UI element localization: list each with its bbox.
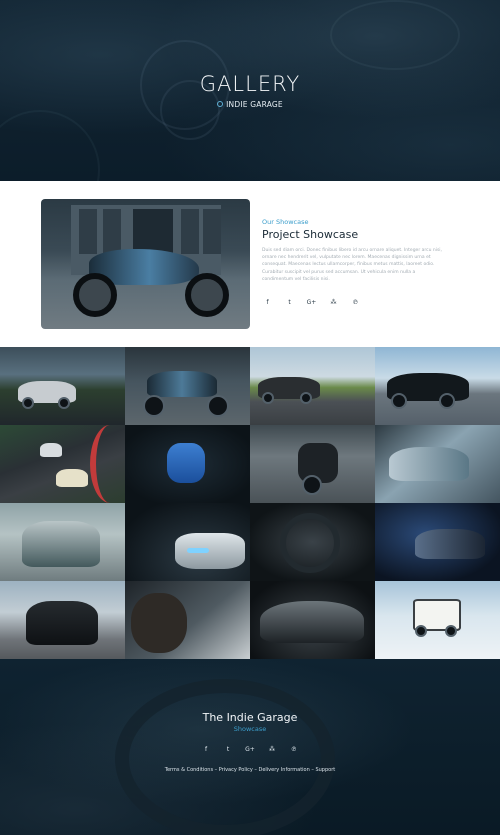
target-icon bbox=[217, 101, 224, 107]
footer-subtitle: Showcase bbox=[233, 725, 267, 733]
steering-wheel-background bbox=[115, 679, 335, 835]
gallery-tile-cafe-racer[interactable] bbox=[250, 425, 375, 503]
google-plus-icon[interactable]: G+ bbox=[245, 744, 256, 755]
gallery-tile-blue-sportscar[interactable] bbox=[125, 425, 250, 503]
footer-social-links: f t G+ ⁂ ℗ bbox=[0, 744, 500, 755]
rss-icon[interactable]: ⁂ bbox=[328, 297, 339, 308]
gallery-tile-road-sedan[interactable] bbox=[0, 347, 125, 425]
facebook-icon[interactable]: f bbox=[262, 297, 273, 308]
hero-banner: GALLERY INDIE GARAGE bbox=[0, 0, 500, 181]
gallery-tile-mechanic[interactable] bbox=[125, 581, 250, 659]
pinterest-icon[interactable]: ℗ bbox=[350, 297, 361, 308]
gallery-tile-defender-offroad[interactable] bbox=[375, 581, 500, 659]
featured-motorcycle-image bbox=[41, 199, 250, 329]
showcase-social-links: f t G+ ⁂ ℗ bbox=[262, 297, 361, 308]
showcase-section: Our Showcase Project Showcase Duis sed d… bbox=[0, 181, 500, 347]
twitter-icon[interactable]: t bbox=[284, 297, 295, 308]
twitter-icon[interactable]: t bbox=[223, 744, 234, 755]
footer-links[interactable]: Terms & Conditions – Privacy Policy – De… bbox=[0, 767, 500, 773]
breadcrumb-label[interactable]: INDIE GARAGE bbox=[226, 100, 283, 109]
footer-title: The Indie Garage bbox=[202, 711, 298, 724]
gallery-tile-audi-headlight[interactable] bbox=[125, 503, 250, 581]
gallery-tile-bmw-sedan[interactable] bbox=[375, 347, 500, 425]
gallery-tile-black-motorcycle[interactable] bbox=[125, 347, 250, 425]
gallery-tile-mustang-field[interactable] bbox=[250, 347, 375, 425]
gallery-tile-mustang-front[interactable] bbox=[0, 581, 125, 659]
gallery-tile-race-track[interactable] bbox=[0, 425, 125, 503]
gallery-tile-welding[interactable] bbox=[375, 503, 500, 581]
gallery-tile-engine-bay[interactable] bbox=[375, 425, 500, 503]
breadcrumb[interactable]: INDIE GARAGE bbox=[0, 100, 500, 109]
section-kicker: Our Showcase bbox=[262, 218, 309, 226]
gallery-tile-classic-roadster[interactable] bbox=[250, 581, 375, 659]
gallery-tile-nissan-gtr[interactable] bbox=[0, 503, 125, 581]
footer: The Indie Garage Showcase f t G+ ⁂ ℗ Ter… bbox=[0, 659, 500, 835]
facebook-icon[interactable]: f bbox=[201, 744, 212, 755]
section-title: Project Showcase bbox=[262, 228, 359, 241]
rss-icon[interactable]: ⁂ bbox=[267, 744, 278, 755]
pinterest-icon[interactable]: ℗ bbox=[289, 744, 300, 755]
gallery-grid bbox=[0, 347, 500, 659]
gallery-tile-engine-closeup[interactable] bbox=[250, 503, 375, 581]
google-plus-icon[interactable]: G+ bbox=[306, 297, 317, 308]
section-description: Duis sed diam orci. Donec finibus libero… bbox=[262, 248, 442, 282]
page-title: GALLERY bbox=[199, 72, 301, 96]
